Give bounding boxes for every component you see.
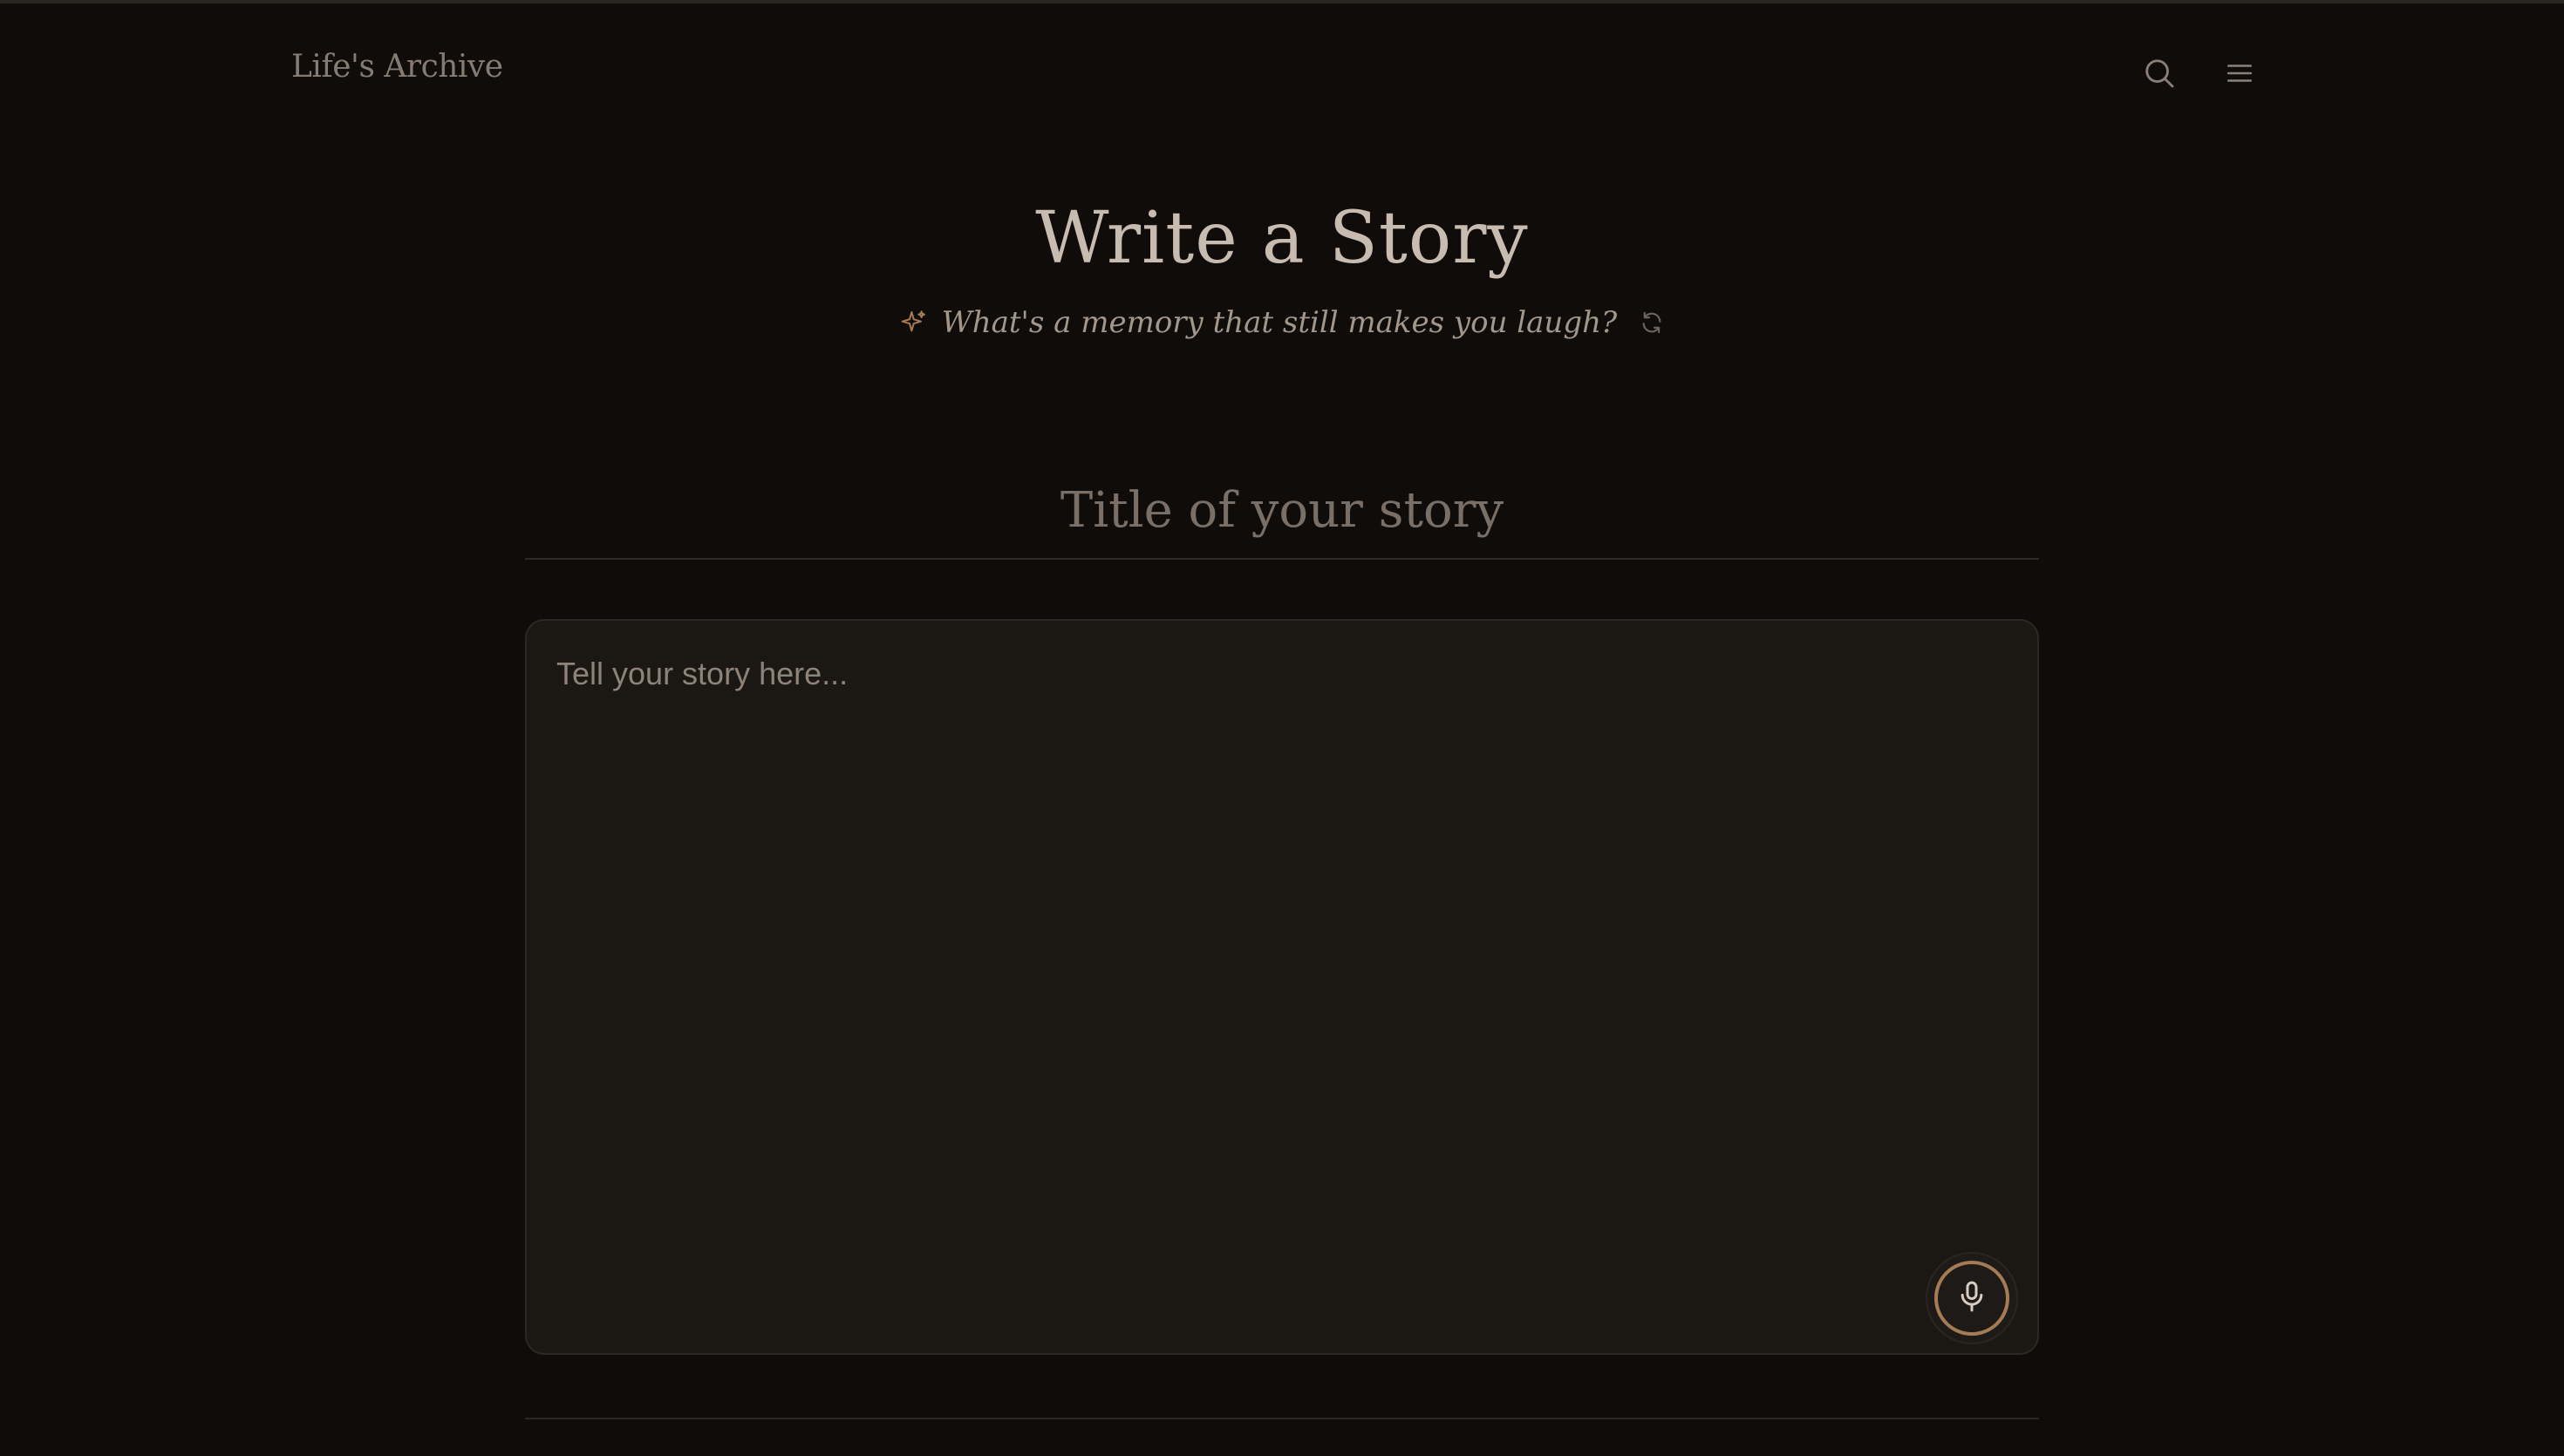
mic-ring xyxy=(1934,1261,2009,1336)
voice-record-button[interactable] xyxy=(1926,1252,2018,1344)
prompt-text: What's a memory that still makes you lau… xyxy=(941,305,1618,340)
search-icon xyxy=(2143,57,2176,90)
story-title-input[interactable] xyxy=(525,462,2039,560)
menu-icon xyxy=(2225,58,2254,88)
sparkle-icon xyxy=(900,309,928,337)
brand-logo[interactable]: Life's Archive xyxy=(291,49,503,85)
refresh-icon[interactable] xyxy=(1640,310,1664,335)
page-title: Write a Story xyxy=(1035,197,1529,280)
menu-button[interactable] xyxy=(2215,49,2264,98)
writing-prompt: What's a memory that still makes you lau… xyxy=(0,305,2564,340)
story-body-input[interactable] xyxy=(527,621,2037,1353)
search-button[interactable] xyxy=(2135,49,2184,98)
bottom-divider xyxy=(525,1418,2039,1419)
top-divider xyxy=(0,0,2564,3)
microphone-icon xyxy=(1954,1279,1989,1318)
story-body-container xyxy=(525,619,2039,1355)
